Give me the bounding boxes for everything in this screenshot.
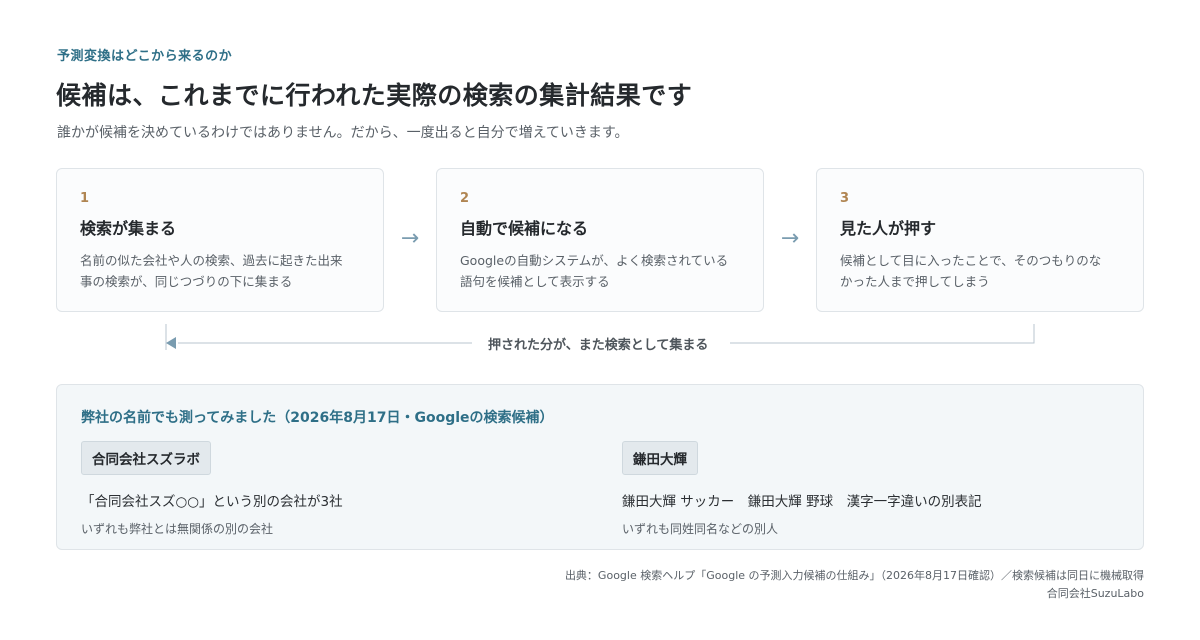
result-summary: 「合同会社スズ○○」という別の会社が3社 bbox=[81, 494, 343, 510]
eyebrow-label: 予測変換はどこから来るのか bbox=[57, 49, 233, 64]
loop-line-right bbox=[730, 324, 1035, 344]
company-credit: 合同会社SuzuLabo bbox=[1046, 587, 1144, 600]
step-number: 2 bbox=[460, 191, 470, 206]
result-summary: 鎌田大輝 サッカー 鎌田大輝 野球 漢字一字違いの別表記 bbox=[622, 494, 982, 510]
step-description: 名前の似た会社や人の検索、過去に起きた出来 事の検索が、同じつづりの下に集まる bbox=[80, 250, 361, 292]
loop-label: 押された分が、また検索として集まる bbox=[486, 334, 711, 353]
measurement-panel: 弊社の名前でも測ってみました（2026年8月17日・Googleの検索候補） 合… bbox=[56, 384, 1144, 550]
step-description-line: 候補として目に入ったことで、そのつもりのな bbox=[840, 253, 1102, 268]
result-note: いずれも同姓同名などの別人 bbox=[622, 522, 779, 536]
step-heading: 検索が集まる bbox=[80, 219, 177, 238]
right-arrow-icon: → bbox=[780, 226, 800, 251]
step-description-line: 語句を候補として表示する bbox=[460, 274, 610, 289]
step-description-line: Googleの自動システムが、よく検索されている bbox=[460, 253, 729, 268]
source-citation: 出典：Google 検索ヘルプ「Google の予測入力候補の仕組み」（2026… bbox=[564, 569, 1144, 582]
step-description: 候補として目に入ったことで、そのつもりのな かった人まで押してしまう bbox=[840, 250, 1121, 292]
panel-title: 弊社の名前でも測ってみました（2026年8月17日・Googleの検索候補） bbox=[81, 410, 554, 426]
page-title: 候補は、これまでに行われた実際の検索の集計結果です bbox=[56, 81, 693, 110]
step-description: Googleの自動システムが、よく検索されている 語句を候補として表示する bbox=[460, 250, 741, 292]
step-heading: 自動で候補になる bbox=[460, 219, 589, 238]
left-arrowhead-icon bbox=[166, 337, 176, 349]
query-chip: 鎌田大輝 bbox=[622, 441, 698, 475]
step-description-line: 名前の似た会社や人の検索、過去に起きた出来 bbox=[80, 253, 343, 268]
step-number: 1 bbox=[80, 191, 90, 206]
person-result-column: 鎌田大輝 鎌田大輝 サッカー 鎌田大輝 野球 漢字一字違いの別表記 いずれも同姓… bbox=[622, 441, 982, 537]
step-heading: 見た人が押す bbox=[840, 219, 937, 238]
right-arrow-icon: → bbox=[400, 226, 420, 251]
step-card-2: 2 自動で候補になる Googleの自動システムが、よく検索されている 語句を候… bbox=[436, 168, 764, 312]
query-chip: 合同会社スズラボ bbox=[81, 441, 211, 475]
step-number: 3 bbox=[840, 191, 850, 206]
step-card-1: 1 検索が集まる 名前の似た会社や人の検索、過去に起きた出来 事の検索が、同じつ… bbox=[56, 168, 384, 312]
step-description-line: かった人まで押してしまう bbox=[840, 274, 990, 289]
step-description-line: 事の検索が、同じつづりの下に集まる bbox=[80, 274, 293, 289]
step-card-3: 3 見た人が押す 候補として目に入ったことで、そのつもりのな かった人まで押して… bbox=[816, 168, 1144, 312]
page-subtitle: 誰かが候補を決めているわけではありません。だから、一度出ると自分で増えていきます… bbox=[57, 125, 629, 141]
result-note: いずれも弊社とは無関係の別の会社 bbox=[81, 522, 274, 536]
company-result-column: 合同会社スズラボ 「合同会社スズ○○」という別の会社が3社 いずれも弊社とは無関… bbox=[81, 441, 343, 537]
